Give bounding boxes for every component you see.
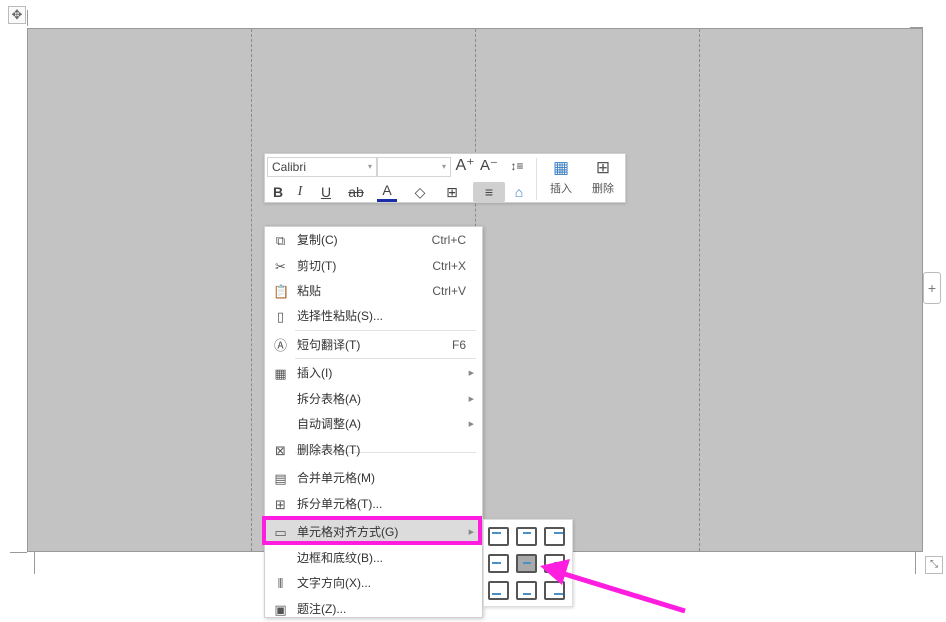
menu-item-label: 粘贴 <box>297 284 322 298</box>
margin-mark <box>10 552 27 553</box>
cut-icon: ✂ <box>275 259 286 274</box>
font-name-value: Calibri <box>272 160 307 174</box>
highlight-box <box>262 516 482 545</box>
column-divider <box>699 29 700 551</box>
menu-item-label: 删除表格(T) <box>297 443 361 457</box>
menu-item[interactable]: ▯ 选择性粘贴(S)... <box>265 304 482 329</box>
table-resize-handle-icon[interactable]: ⤡ <box>925 556 943 574</box>
menu-item-shortcut: F6 <box>451 338 466 352</box>
align-top-left-button[interactable] <box>488 527 509 546</box>
merge-cells-icon: ▤ <box>274 471 287 486</box>
submenu-arrow-icon: ▶ <box>468 370 474 377</box>
line-spacing-button[interactable]: ↕≡ <box>503 156 531 176</box>
menu-item-label: 边框和底纹(B)... <box>297 551 383 565</box>
menu-item-shortcut: Ctrl+C <box>431 233 466 247</box>
align-top-center-button[interactable] <box>516 527 537 546</box>
align-top-right-button[interactable] <box>544 527 565 546</box>
menu-item[interactable]: ⊞ 拆分单元格(T)... <box>265 492 482 517</box>
add-column-button[interactable]: + <box>923 272 941 304</box>
mini-toolbar: Calibri ▾ ▾ A⁺ A⁻ ↕≡ B I U ab A ◇ ⊞ ≡ ⌂ ▦… <box>264 153 626 203</box>
table-delete-icon: ⊠ <box>275 443 286 458</box>
margin-mark <box>34 552 35 574</box>
underline-button[interactable]: U <box>315 182 337 202</box>
menu-item-label: 自动调整(A) <box>297 417 361 431</box>
menu-item[interactable]: ⫴ 文字方向(X)... <box>265 571 482 596</box>
pointer-arrow <box>540 559 686 614</box>
margin-mark <box>915 552 916 574</box>
bold-button[interactable]: B <box>269 182 287 202</box>
context-menu: ⧉ 复制(C) Ctrl+C ✂ 剪切(T) Ctrl+X 📋 粘贴 Ctrl+V ▯ 选择性粘贴(… <box>264 226 483 618</box>
menu-item-label: 合并单元格(M) <box>297 471 375 485</box>
table-move-handle-icon[interactable]: ✥ <box>8 6 26 24</box>
strikethrough-button[interactable]: ab <box>345 182 367 202</box>
arrow-shaft <box>557 569 686 614</box>
text-direction-icon: ⫴ <box>277 576 284 591</box>
menu-item-label: 插入(I) <box>297 366 333 380</box>
paste-icon: 📋 <box>273 284 290 299</box>
insert-label: 插入 <box>550 183 572 195</box>
insert-button[interactable]: ▦ 插入 <box>543 156 579 202</box>
submenu-arrow-icon: ▶ <box>468 396 474 403</box>
margin-mark <box>910 27 923 28</box>
borders-icon[interactable]: ⊞ <box>441 182 463 202</box>
menu-item-label: 拆分表格(A) <box>297 392 361 406</box>
table-delete-icon: ⊞ <box>595 158 611 177</box>
column-divider <box>251 29 252 551</box>
arrow-head <box>540 559 570 585</box>
grow-font-button[interactable]: A⁺ <box>455 156 475 176</box>
menu-separator <box>295 330 476 331</box>
menu-item-label: 拆分单元格(T)... <box>297 497 383 511</box>
menu-item[interactable]: 📋 粘贴 Ctrl+V <box>265 279 482 304</box>
menu-item-label: 剪切(T) <box>297 259 337 273</box>
menu-item-label: 文字方向(X)... <box>297 576 371 590</box>
menu-item[interactable]: ▣ 题注(Z)... <box>265 597 482 622</box>
menu-item-label: 复制(C) <box>297 233 338 247</box>
menu-item[interactable]: ✂ 剪切(T) Ctrl+X <box>265 254 482 279</box>
translate-icon: Ⓐ <box>273 338 287 353</box>
menu-item[interactable]: Ⓐ 短句翻译(T) F6 <box>265 333 482 358</box>
paste-special-icon: ▯ <box>276 309 285 324</box>
submenu-arrow-icon: ▶ <box>468 421 474 428</box>
menu-item[interactable]: ⊠ 删除表格(T) <box>265 438 482 463</box>
table-insert-icon: ▦ <box>552 158 570 177</box>
font-name-select[interactable]: Calibri ▾ <box>267 157 377 177</box>
delete-button[interactable]: ⊞ 删除 <box>585 156 621 202</box>
font-size-select[interactable]: ▾ <box>377 157 451 177</box>
menu-item[interactable]: 拆分表格(A) ▶ <box>265 387 482 412</box>
menu-separator <box>295 358 476 359</box>
table-insert-icon: ▦ <box>274 366 287 381</box>
divider <box>536 158 537 200</box>
menu-item-label: 题注(Z)... <box>297 602 347 616</box>
copy-icon: ⧉ <box>275 233 286 248</box>
menu-item-label: 选择性粘贴(S)... <box>297 309 383 323</box>
align-middle-left-button[interactable] <box>488 554 509 573</box>
menu-item-label: 短句翻译(T) <box>297 338 361 352</box>
font-color-button[interactable]: A <box>377 182 397 202</box>
align-bottom-left-button[interactable] <box>488 581 509 600</box>
eraser-icon[interactable]: ⌂ <box>509 182 529 202</box>
menu-item[interactable]: 边框和底纹(B)... <box>265 546 482 571</box>
menu-item-shortcut: Ctrl+V <box>432 284 466 298</box>
align-button[interactable]: ≡ <box>473 182 505 202</box>
menu-item-shortcut: Ctrl+X <box>432 259 466 273</box>
menu-item[interactable]: ▦ 插入(I) ▶ <box>265 361 482 386</box>
caption-icon: ▣ <box>274 602 287 617</box>
menu-item[interactable]: ▤ 合并单元格(M) <box>265 466 482 491</box>
shrink-font-button[interactable]: A⁻ <box>479 156 499 176</box>
margin-mark <box>27 10 28 26</box>
shading-icon[interactable]: ◇ <box>409 182 431 202</box>
delete-label: 删除 <box>592 183 614 195</box>
italic-button[interactable]: I <box>291 182 309 202</box>
menu-item[interactable]: ⧉ 复制(C) Ctrl+C <box>265 228 482 253</box>
split-cells-icon: ⊞ <box>275 497 286 512</box>
menu-item[interactable]: 自动调整(A) ▶ <box>265 412 482 437</box>
